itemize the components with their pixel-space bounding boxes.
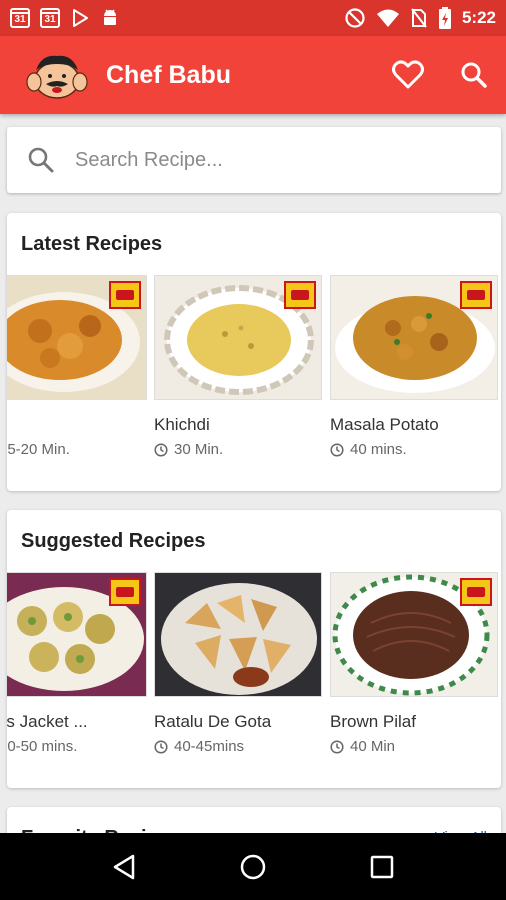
do-not-disturb-icon xyxy=(345,8,365,28)
latest-recipes-section: Latest Recipes vi 15-20 Min. Khichdi 30 … xyxy=(7,213,501,491)
suggested-recipes-section: Suggested Recipes ovas Jacket ... 40-50 … xyxy=(7,510,501,788)
recipe-time-text: 30 Min. xyxy=(174,441,224,458)
clock-icon xyxy=(330,442,344,457)
recipe-title: Khichdi xyxy=(154,415,210,434)
search-box[interactable] xyxy=(7,127,501,193)
recipe-image xyxy=(7,275,147,400)
recipe-time: 15-20 Min. xyxy=(7,441,147,458)
clock: 5:22 xyxy=(461,8,496,27)
recipe-title: ovas Jacket ... xyxy=(7,712,88,731)
recipe-time-text: 40 Min xyxy=(350,738,396,755)
battery-icon xyxy=(438,7,451,29)
wifi-icon xyxy=(376,9,399,27)
recipe-image xyxy=(330,275,498,400)
brand-badge-icon xyxy=(284,281,316,309)
recipe-time: 30 Min. xyxy=(154,441,322,458)
home-icon[interactable] xyxy=(239,853,267,881)
heart-icon[interactable] xyxy=(392,60,424,90)
calendar-day: 31 xyxy=(44,14,56,25)
clock-icon xyxy=(330,739,344,754)
back-icon[interactable] xyxy=(111,853,137,881)
app-bar: Chef Babu xyxy=(0,36,506,114)
section-title: Latest Recipes xyxy=(21,233,163,255)
recipe-time-text: 40 mins. xyxy=(350,441,407,458)
recipe-title: Ratalu De Gota xyxy=(154,712,272,731)
status-bar: 31 31 5:22 xyxy=(0,0,506,36)
recipe-title: Brown Pilaf xyxy=(330,712,416,731)
play-store-icon xyxy=(73,9,88,27)
calendar-icon: 31 xyxy=(40,8,60,28)
clock-icon xyxy=(154,442,168,457)
recipe-image xyxy=(154,572,322,697)
clock-icon xyxy=(154,739,168,754)
no-sim-icon xyxy=(411,8,427,28)
recipe-time: 40 mins. xyxy=(330,441,498,458)
recipe-time-text: 15-20 Min. xyxy=(7,441,70,458)
recipe-card[interactable]: ovas Jacket ... 40-50 mins. xyxy=(7,572,147,755)
section-title: Suggested Recipes xyxy=(21,530,206,552)
calendar-icon: 31 xyxy=(10,8,30,28)
recipe-image xyxy=(7,572,147,697)
recipe-title: Masala Potato xyxy=(330,415,439,434)
navigation-bar xyxy=(0,833,506,900)
search-input[interactable] xyxy=(75,148,455,172)
brand-badge-icon xyxy=(109,281,141,309)
recipe-card[interactable]: Ratalu De Gota 40-45mins xyxy=(154,572,322,755)
recipe-time: 40-50 mins. xyxy=(7,738,147,755)
recipe-image xyxy=(330,572,498,697)
recipe-image xyxy=(154,275,322,400)
recipe-time: 40-45mins xyxy=(154,738,322,755)
app-title: Chef Babu xyxy=(106,60,231,89)
recipe-title: vi xyxy=(7,415,147,435)
recipe-card[interactable]: Masala Potato 40 mins. xyxy=(330,275,498,458)
recipe-time-text: 40-45mins xyxy=(174,738,245,755)
calendar-day: 31 xyxy=(14,14,26,25)
recipe-card[interactable]: vi 15-20 Min. xyxy=(7,275,147,458)
recipe-card[interactable]: Khichdi 30 Min. xyxy=(154,275,322,458)
recipe-card[interactable]: Brown Pilaf 40 Min xyxy=(330,572,498,755)
recipe-time-text: 40-50 mins. xyxy=(7,738,78,755)
chef-logo-icon xyxy=(26,55,88,99)
recents-icon[interactable] xyxy=(369,854,395,880)
recipe-time: 40 Min xyxy=(330,738,498,755)
brand-badge-icon xyxy=(109,578,141,606)
android-icon xyxy=(104,9,116,25)
search-icon xyxy=(28,147,54,173)
search-icon[interactable] xyxy=(460,61,488,89)
brand-badge-icon xyxy=(460,578,492,606)
brand-badge-icon xyxy=(460,281,492,309)
